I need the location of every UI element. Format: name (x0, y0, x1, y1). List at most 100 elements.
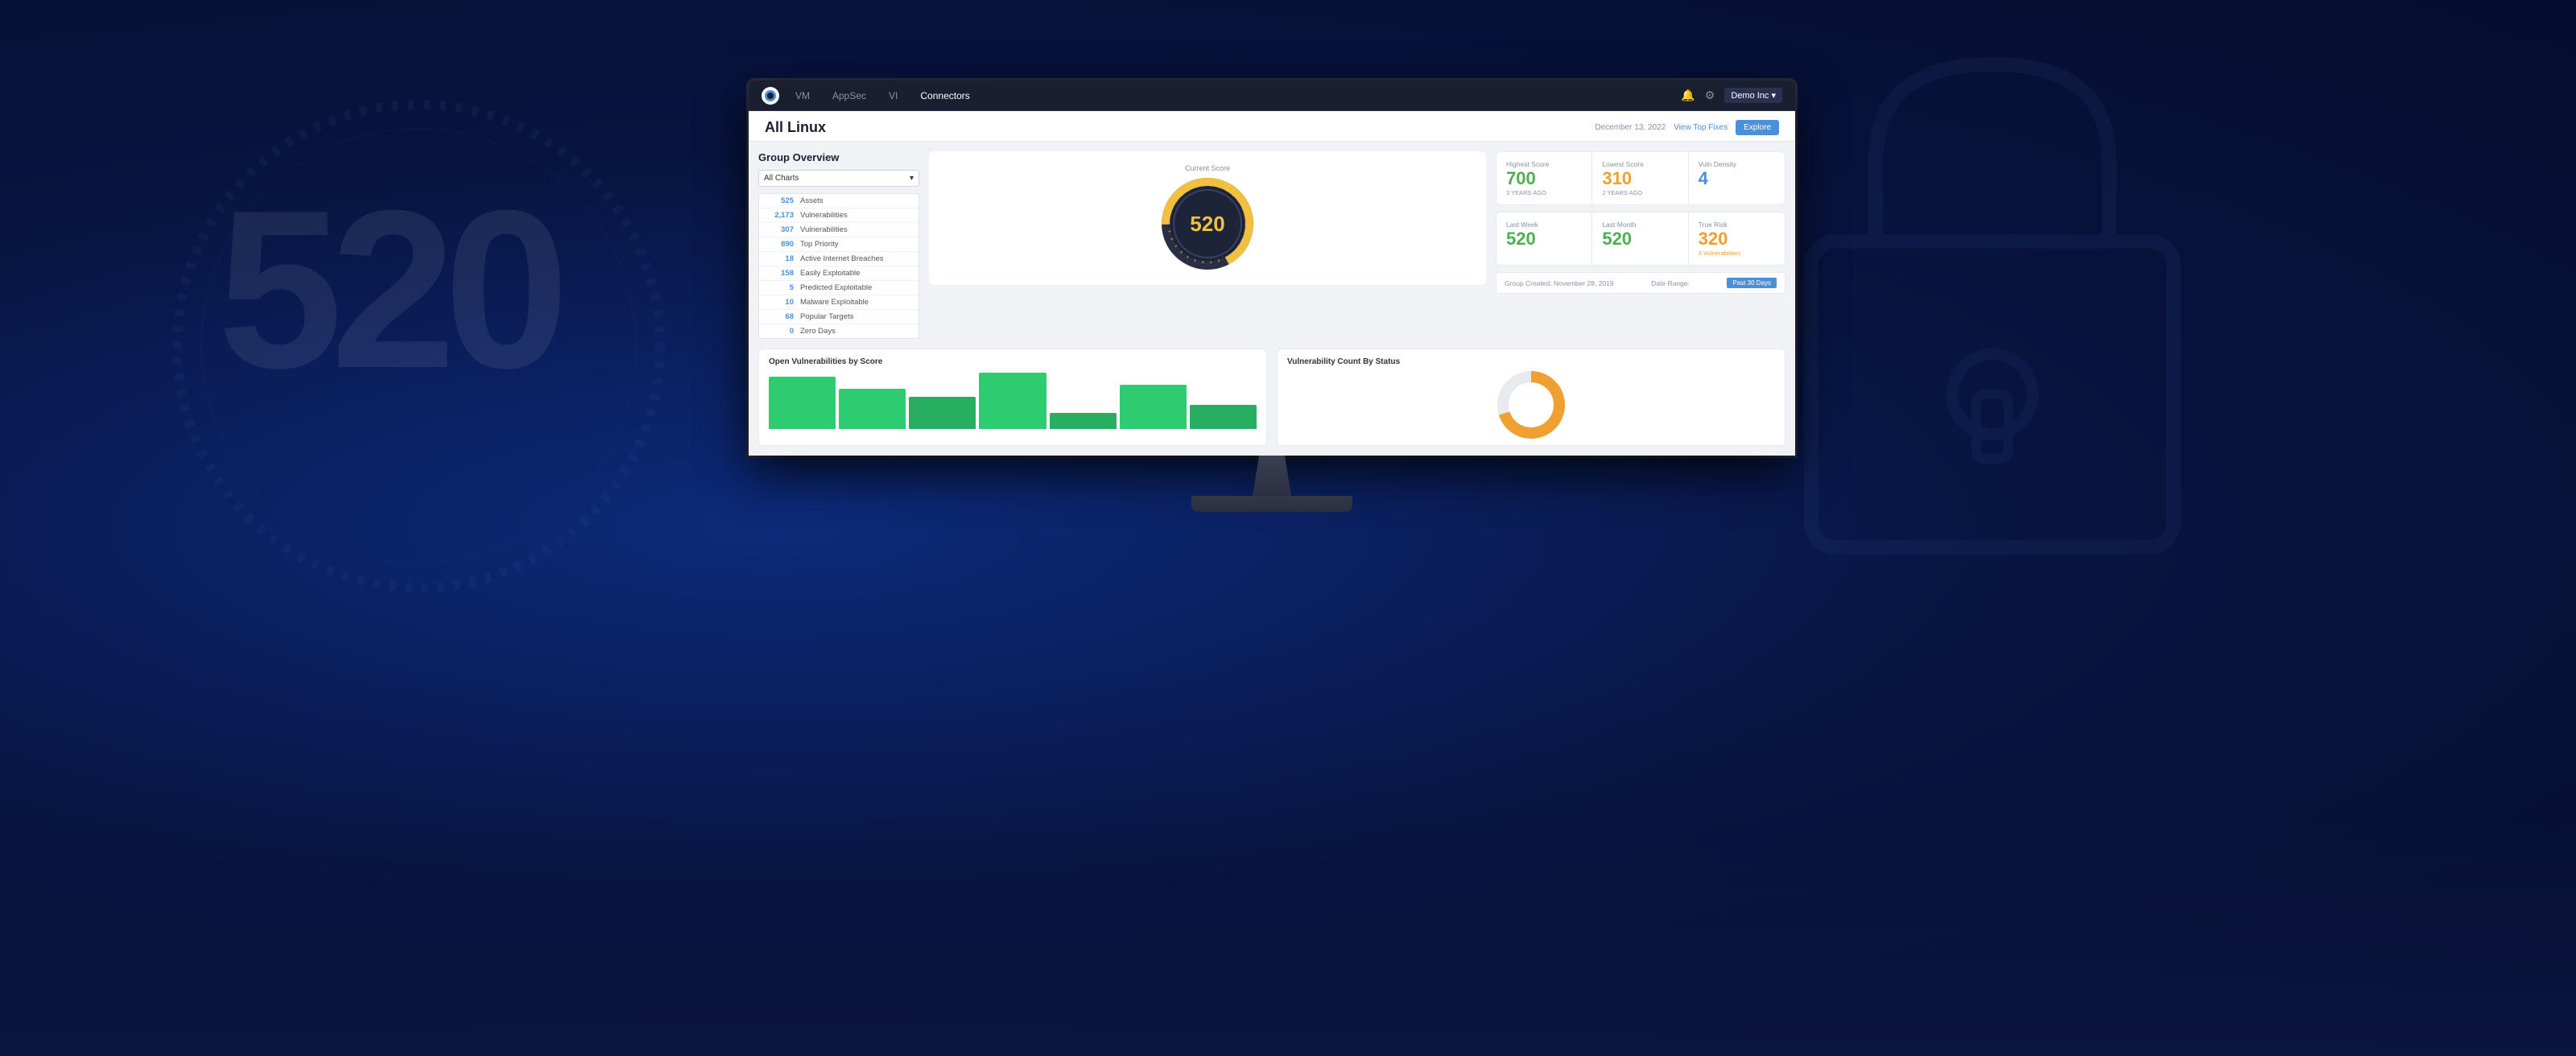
score-gauge: 520 (1159, 175, 1256, 272)
nav-vm[interactable]: VM (792, 89, 813, 103)
stat-label: Zero Days (800, 327, 836, 336)
last-month-value: 520 (1602, 230, 1678, 248)
main-content: All Linux December 13, 2022 View Top Fix… (749, 111, 1795, 456)
page-header: All Linux December 13, 2022 View Top Fix… (749, 111, 1795, 142)
stat-label: Assets (800, 196, 824, 205)
last-month-label: Last Month (1602, 221, 1678, 229)
score-stats-row2: Last Week 520 Last Month 520 True Risk 3… (1496, 212, 1785, 266)
last-week-cell: Last Week 520 (1496, 212, 1592, 265)
highest-score-value: 700 (1506, 170, 1582, 188)
table-row: 525 Assets (759, 194, 919, 208)
bar-4 (979, 373, 1046, 429)
bar-1 (769, 377, 836, 429)
center-panel: Current Score (929, 151, 1486, 339)
lowest-score-value: 310 (1602, 170, 1678, 188)
page-header-top: All Linux December 13, 2022 View Top Fix… (765, 119, 1779, 136)
stat-num: 10 (766, 298, 794, 307)
stat-label: Malware Exploitable (800, 298, 869, 307)
stat-num: 0 (766, 327, 794, 336)
nav-vi[interactable]: VI (886, 89, 901, 103)
gear-icon[interactable]: ⚙ (1705, 89, 1715, 102)
monitor-screen: VM AppSec VI Connectors 🔔 ⚙ Demo Inc ▾ A… (749, 80, 1795, 456)
lowest-score-cell: Lowest Score 310 2 YEARS AGO (1592, 152, 1688, 204)
stat-num: 5 (766, 283, 794, 292)
monitor-wrapper: VM AppSec VI Connectors 🔔 ⚙ Demo Inc ▾ A… (708, 80, 1835, 512)
date-range-button[interactable]: Past 30 Days (1727, 278, 1777, 288)
view-top-fixes-button[interactable]: View Top Fixes (1674, 123, 1728, 132)
right-panel: Highest Score 700 3 YEARS AGO Lowest Sco… (1496, 151, 1785, 339)
score-stats-row1: Highest Score 700 3 YEARS AGO Lowest Sco… (1496, 151, 1785, 205)
vuln-density-cell: Vuln Density 4 (1689, 152, 1785, 204)
stat-label: Popular Targets (800, 312, 853, 321)
lowest-score-label: Lowest Score (1602, 160, 1678, 168)
logo-inner (765, 90, 776, 101)
true-risk-label: True Risk (1699, 221, 1775, 229)
highest-score-cell: Highest Score 700 3 YEARS AGO (1496, 152, 1592, 204)
bar-3 (909, 397, 976, 429)
stat-num: 68 (766, 312, 794, 321)
gauge-number: 520 (1159, 175, 1256, 272)
group-info-bar: Group Created: November 28, 2019 Date Ra… (1496, 272, 1785, 294)
stat-label: Active Internet Breaches (800, 254, 884, 263)
table-row: 0 Zero Days (759, 324, 919, 338)
header-date: December 13, 2022 (1595, 123, 1666, 132)
nav-right: 🔔 ⚙ Demo Inc ▾ (1681, 88, 1782, 103)
bg-ring-decoration (137, 64, 700, 628)
bar-5 (1050, 413, 1117, 429)
monitor-neck (1240, 456, 1304, 496)
bar-6 (1120, 385, 1187, 429)
table-row: 68 Popular Targets (759, 310, 919, 324)
stat-num: 2,173 (766, 211, 794, 220)
stat-label: Vulnerabilities (800, 211, 848, 220)
stat-label: Predicted Exploitable (800, 283, 872, 292)
bar-7 (1190, 405, 1257, 429)
open-vuln-chart-panel: Open Vulnerabilities by Score (758, 349, 1267, 446)
vuln-count-chart-panel: Vulnerability Count By Status (1277, 349, 1785, 446)
last-week-label: Last Week (1506, 221, 1582, 229)
highest-score-sub: 3 YEARS AGO (1506, 189, 1582, 196)
date-range-label: Date Range: (1651, 279, 1690, 287)
dropdown-arrow-icon: ▾ (910, 174, 914, 183)
nav-connectors[interactable]: Connectors (917, 89, 972, 103)
explore-button[interactable]: Explore (1736, 120, 1779, 135)
table-row: 5 Predicted Exploitable (759, 281, 919, 295)
stat-num: 307 (766, 225, 794, 234)
content-area: Group Overview All Charts ▾ 525 Assets 2 (749, 142, 1795, 349)
user-menu[interactable]: Demo Inc ▾ (1724, 88, 1782, 103)
stat-label: Vulnerabilities (800, 225, 848, 234)
monitor-base (1191, 496, 1352, 512)
navbar: VM AppSec VI Connectors 🔔 ⚙ Demo Inc ▾ (749, 80, 1795, 111)
table-row: 890 Top Priority (759, 237, 919, 252)
stat-num: 525 (766, 196, 794, 205)
stat-label: Top Priority (800, 240, 839, 249)
page-title: All Linux (765, 119, 826, 136)
highest-score-label: Highest Score (1506, 160, 1582, 168)
nav-items: VM AppSec VI Connectors (792, 89, 1681, 103)
app-logo (762, 87, 779, 105)
last-week-value: 520 (1506, 230, 1582, 248)
charts-row: Open Vulnerabilities by Score (749, 349, 1795, 456)
table-row: 158 Easily Exploitable (759, 266, 919, 281)
monitor-stand (708, 456, 1835, 512)
stat-num: 158 (766, 269, 794, 278)
last-month-cell: Last Month 520 (1592, 212, 1688, 265)
table-row: 2,173 Vulnerabilities (759, 208, 919, 223)
lowest-score-sub: 2 YEARS AGO (1602, 189, 1678, 196)
table-row: 18 Active Internet Breaches (759, 252, 919, 266)
bar-2 (839, 389, 906, 429)
true-risk-cell: True Risk 320 3 Vulnerabilities (1689, 212, 1785, 265)
report-template-select[interactable]: All Charts ▾ (758, 170, 919, 187)
vuln-count-chart-title: Vulnerability Count By Status (1287, 357, 1775, 366)
score-gauge-container: Current Score (929, 151, 1486, 285)
donut-chart (1287, 373, 1775, 437)
donut-svg (1495, 369, 1567, 441)
left-panel: Group Overview All Charts ▾ 525 Assets 2 (758, 151, 919, 339)
section-title: Group Overview (758, 151, 919, 163)
nav-appsec[interactable]: AppSec (829, 89, 869, 103)
stat-num: 890 (766, 240, 794, 249)
table-row: 10 Malware Exploitable (759, 295, 919, 310)
bell-icon[interactable]: 🔔 (1681, 89, 1695, 102)
page-header-actions: December 13, 2022 View Top Fixes Explore (1595, 120, 1779, 135)
true-risk-value: 320 (1699, 230, 1775, 248)
stat-label: Easily Exploitable (800, 269, 860, 278)
